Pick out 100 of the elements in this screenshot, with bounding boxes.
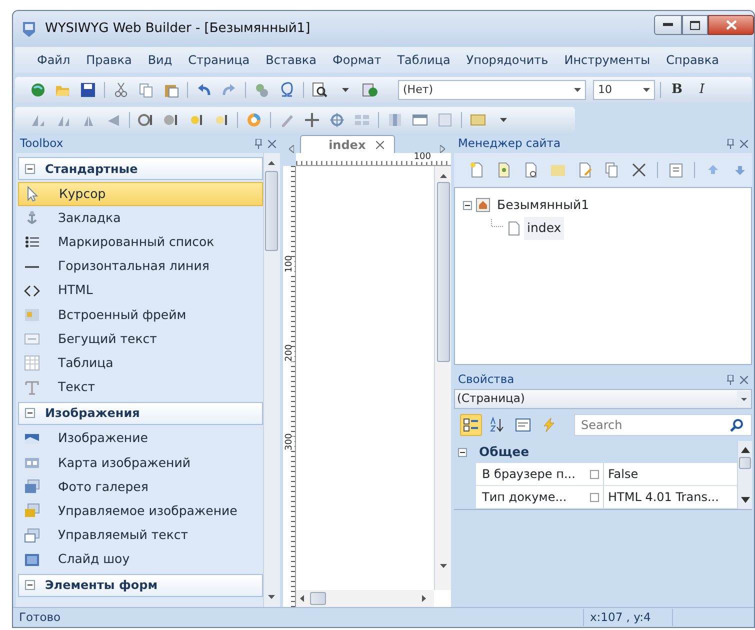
status-text: Готово <box>18 608 62 626</box>
save-icon <box>80 82 96 98</box>
menu-item[interactable]: Инструменты <box>556 49 658 71</box>
toolbox-item[interactable]: Встроенный фрейм <box>18 302 263 328</box>
toolbox-item[interactable]: Таблица <box>18 351 263 376</box>
toolbox-item[interactable]: HTML <box>18 278 263 303</box>
menu-item[interactable]: Вставка <box>258 49 325 71</box>
toolbox-item[interactable]: Закладка <box>18 206 263 230</box>
scroll-up-icon[interactable] <box>440 174 446 178</box>
page-link-icon <box>523 162 539 178</box>
property-value[interactable]: False <box>608 465 638 483</box>
grid-icon <box>354 112 370 128</box>
font-size-dropdown[interactable]: 10 <box>593 80 655 100</box>
close-icon[interactable] <box>376 140 384 148</box>
tool-icon <box>24 528 40 544</box>
edit-page-icon <box>577 162 593 178</box>
scrollbar-thumb[interactable] <box>310 592 326 605</box>
scrollbar-thumb[interactable] <box>436 182 450 362</box>
pencil-icon <box>279 112 295 128</box>
preview-icon <box>312 82 328 98</box>
sort-az-icon <box>489 417 505 433</box>
tree-item[interactable]: Безымянный1 <box>494 194 592 217</box>
property-name: В браузере п... <box>482 466 576 483</box>
scroll-up-icon[interactable] <box>740 447 750 453</box>
tab-right-icon[interactable] <box>440 145 445 153</box>
bring-front-icon <box>138 112 154 128</box>
caret-icon <box>342 88 348 92</box>
tree-line-icon <box>491 218 504 227</box>
collapse-icon[interactable] <box>458 448 467 456</box>
menu-item[interactable]: Справка <box>658 49 727 71</box>
close-icon[interactable] <box>740 140 748 148</box>
tool-icon <box>24 355 40 372</box>
panel-title: Свойства <box>458 371 514 388</box>
duplicate-icon <box>604 162 620 178</box>
scrollbar-thumb[interactable] <box>739 457 751 469</box>
scroll-up-icon[interactable] <box>268 161 276 165</box>
toolbox-item[interactable]: Изображение <box>18 426 263 451</box>
scroll-right-icon[interactable] <box>422 595 426 602</box>
object-dropdown[interactable]: (Страница) <box>454 389 752 409</box>
tree-item[interactable]: index <box>524 216 564 240</box>
scroll-down-icon[interactable] <box>740 497 750 503</box>
toolbox-item[interactable]: Управляемый текст <box>18 523 263 548</box>
minimize-button[interactable] <box>654 15 682 35</box>
columns-icon <box>387 112 403 128</box>
menu-item[interactable]: Вид <box>140 49 180 71</box>
copy-icon <box>138 82 154 98</box>
minimize-icon <box>663 23 673 27</box>
tool-icon <box>24 552 40 568</box>
toolbox-item[interactable]: Фото галерея <box>18 475 263 500</box>
redo-icon <box>221 82 237 98</box>
dropdown-arrow-icon <box>643 88 650 92</box>
menu-item[interactable]: Формат <box>324 49 390 71</box>
pin-icon[interactable] <box>727 139 734 149</box>
cross-arrows-icon <box>304 112 320 128</box>
close-icon[interactable] <box>740 376 748 384</box>
category-header[interactable]: Стандартные <box>18 157 263 180</box>
maximize-button[interactable] <box>682 15 708 35</box>
status-text: x:107 , y:4 <box>583 608 673 626</box>
close-button[interactable] <box>708 15 754 35</box>
properties-icon <box>668 162 684 178</box>
menu-item[interactable]: Файл <box>29 49 78 71</box>
toolbox-item[interactable]: Бегущий текст <box>18 327 263 352</box>
tab-left-icon[interactable] <box>288 145 294 153</box>
toolbox-item[interactable]: Курсор <box>18 182 263 206</box>
delete-icon <box>631 162 647 178</box>
page-icon <box>508 220 520 236</box>
close-icon[interactable] <box>268 140 276 148</box>
publish-icon <box>362 82 378 98</box>
scroll-down-icon[interactable] <box>440 564 446 568</box>
scrollbar-thumb[interactable] <box>265 171 278 251</box>
scroll-left-icon[interactable] <box>300 595 304 602</box>
menu-item[interactable]: Таблица <box>389 49 458 71</box>
dropdown-arrow-icon <box>574 88 581 92</box>
pin-icon[interactable] <box>727 375 734 385</box>
toolbox-item[interactable]: Управляемое изображение <box>18 499 263 524</box>
toolbox-item[interactable]: Горизонтальная линия <box>18 254 263 279</box>
bold-button[interactable]: B <box>666 80 688 100</box>
view-mode-button[interactable] <box>460 414 482 436</box>
collapse-icon[interactable] <box>463 200 472 210</box>
toolbox-item[interactable]: Текст <box>18 376 263 400</box>
app-icon <box>21 20 37 38</box>
document-tab[interactable]: index <box>300 135 395 153</box>
pin-icon[interactable] <box>254 139 262 149</box>
category-header[interactable]: Элементы форм <box>18 574 263 597</box>
search-icon <box>730 418 744 432</box>
search-field[interactable]: Search <box>574 414 752 436</box>
toolbox-item[interactable]: Маркированный список <box>18 230 263 255</box>
toolbox-item[interactable]: Карта изображений <box>18 450 263 476</box>
menu-item[interactable]: Упорядочить <box>458 49 556 71</box>
menu-item[interactable]: Правка <box>78 49 140 71</box>
property-name: Тип докуме... <box>482 489 567 506</box>
menu-item[interactable]: Страница <box>180 49 258 71</box>
tool-icon <box>25 266 39 268</box>
category-header[interactable]: Изображения <box>18 402 263 425</box>
globe-icon <box>30 82 46 98</box>
style-dropdown[interactable]: (Нет) <box>398 80 586 100</box>
italic-button[interactable]: I <box>691 80 713 100</box>
scroll-down-icon[interactable] <box>268 595 276 599</box>
property-value[interactable]: HTML 4.01 Trans... <box>608 488 719 506</box>
toolbox-item[interactable]: Слайд шоу <box>18 548 263 572</box>
